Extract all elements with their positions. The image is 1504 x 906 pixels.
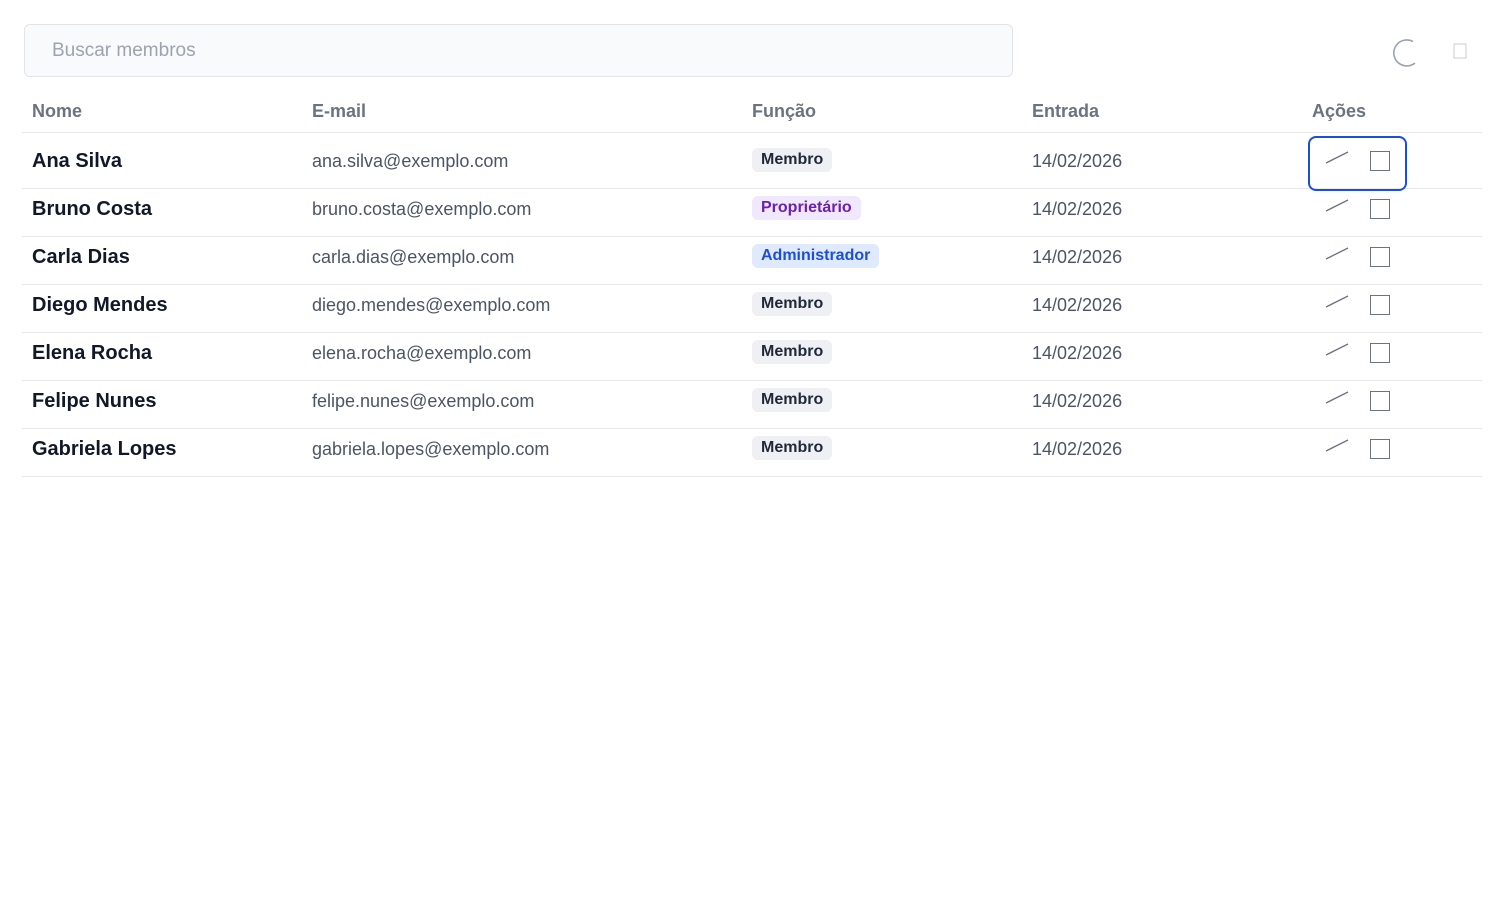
member-joined-date: 14/02/2026 [1032,439,1123,459]
delete-checkbox[interactable] [1370,295,1390,315]
member-joined-date: 14/02/2026 [1032,295,1123,315]
edit-icon[interactable] [1325,391,1349,405]
table-header: Nome E-mail Função Entrada Ações [22,88,1482,133]
header-name[interactable]: Nome [32,101,82,122]
actions-focus-ring [1308,136,1407,191]
member-email: gabriela.lopes@exemplo.com [312,439,550,459]
export-icon[interactable] [1453,43,1467,59]
edit-icon[interactable] [1325,199,1349,213]
table-row[interactable]: Carla Dias carla.dias@exemplo.com Administ… [22,237,1482,285]
header-joined[interactable]: Entrada [1032,101,1099,122]
member-email: carla.dias@exemplo.com [312,247,515,267]
member-email: diego.mendes@exemplo.com [312,295,551,315]
member-name: Elena Rocha [32,342,153,364]
role-badge: Membro [752,148,833,172]
role-badge: Proprietário [752,196,861,220]
member-joined-date: 14/02/2026 [1032,199,1123,219]
delete-checkbox[interactable] [1370,391,1390,411]
delete-checkbox[interactable] [1370,343,1390,363]
delete-checkbox[interactable] [1370,199,1390,219]
member-email: bruno.costa@exemplo.com [312,199,532,219]
member-name: Diego Mendes [32,294,168,316]
member-name: Carla Dias [32,246,130,268]
member-email: felipe.nunes@exemplo.com [312,391,535,411]
member-email: ana.silva@exemplo.com [312,151,509,171]
member-joined-date: 14/02/2026 [1032,247,1123,267]
member-name: Ana Silva [32,150,123,172]
header-actions: Ações [1312,101,1367,121]
delete-checkbox[interactable] [1370,439,1390,459]
members-table: Nome E-mail Função Entrada Ações Ana Sil… [22,88,1482,477]
member-joined-date: 14/02/2026 [1032,151,1123,171]
member-name: Bruno Costa [32,198,152,220]
member-name: Gabriela Lopes [32,438,177,460]
delete-checkbox[interactable] [1370,247,1390,267]
table-row[interactable]: Felipe Nunes felipe.nunes@exemplo.com Memb… [22,381,1482,429]
member-email: elena.rocha@exemplo.com [312,343,532,363]
role-badge: Administrador [752,244,880,268]
role-badge: Membro [752,292,833,316]
role-badge: Membro [752,340,833,364]
table-row[interactable]: Bruno Costa bruno.costa@exemplo.com Propri… [22,189,1482,237]
table-row[interactable]: Ana Silva ana.silva@exemplo.com Membro 14/0… [22,133,1482,189]
role-badge: Membro [752,388,833,412]
edit-icon[interactable] [1325,439,1349,453]
search-box[interactable] [24,24,1013,77]
edit-icon[interactable] [1325,295,1349,309]
header-role[interactable]: Função [752,101,816,122]
search-input[interactable] [25,25,1012,76]
role-badge: Membro [752,436,833,460]
table-body: Ana Silva ana.silva@exemplo.com Membro 14/0… [22,133,1482,477]
member-joined-date: 14/02/2026 [1032,391,1123,411]
edit-icon[interactable] [1325,343,1349,357]
member-name: Felipe Nunes [32,390,157,412]
members-page: Nome E-mail Função Entrada Ações Ana Sil… [0,0,1504,906]
header-email[interactable]: E-mail [312,101,366,122]
edit-icon[interactable] [1325,247,1349,261]
member-joined-date: 14/02/2026 [1032,343,1123,363]
table-row[interactable]: Gabriela Lopes gabriela.lopes@exemplo.com… [22,429,1482,477]
refresh-icon[interactable] [1391,37,1421,67]
table-row[interactable]: Diego Mendes diego.mendes@exemplo.com Memb… [22,285,1482,333]
table-row[interactable]: Elena Rocha elena.rocha@exemplo.com Membro… [22,333,1482,381]
